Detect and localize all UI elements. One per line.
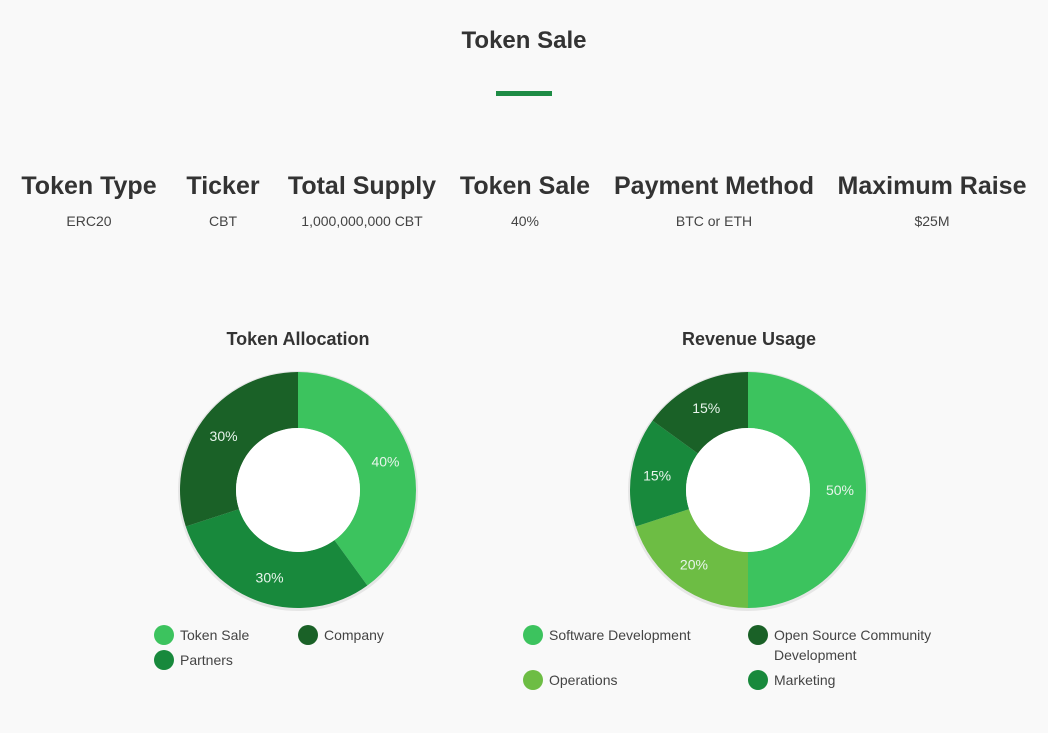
legend-swatch: [298, 625, 318, 645]
slice-label-company: 30%: [210, 428, 238, 444]
legend-label: Company: [324, 627, 384, 643]
legend-item-partners: Partners: [154, 650, 233, 670]
legend-item-software-development: Software Development: [523, 625, 691, 645]
stat-label: Ticker: [186, 172, 260, 200]
slice-label-software-development: 50%: [826, 482, 854, 498]
legend-item-token-sale: Token Sale: [154, 625, 249, 645]
stat-value: ERC20: [66, 213, 112, 229]
legend-swatch: [523, 625, 543, 645]
stat-total-supply: Total Supply 1,000,000,000 CBT: [288, 170, 436, 230]
stat-label: Maximum Raise: [837, 172, 1027, 200]
stat-maximum-raise: Maximum Raise $25M: [838, 170, 1027, 230]
legend-label: Marketing: [774, 672, 836, 688]
stat-payment-method: Payment Method BTC or ETH: [614, 170, 814, 230]
legend-swatch: [523, 670, 543, 690]
stat-value: $25M: [914, 213, 950, 229]
legend-item-open-source-community-development: Open Source Community Development: [748, 625, 948, 665]
donut-hole: [236, 428, 360, 552]
legend-swatch: [748, 625, 768, 645]
legend-label: Open Source Community Development: [774, 627, 932, 663]
legend-swatch: [748, 670, 768, 690]
legend-label: Token Sale: [180, 627, 250, 643]
legend-swatch: [154, 625, 174, 645]
stat-token-type: Token Type ERC20: [21, 170, 156, 230]
legend-label: Software Development: [549, 627, 691, 643]
donut-hole: [686, 428, 810, 552]
stat-label: Token Type: [21, 172, 157, 200]
title-underline: [496, 91, 552, 96]
stat-token-sale: Token Sale 40%: [460, 170, 590, 230]
legend-item-marketing: Marketing: [748, 670, 835, 690]
slice-label-open-source-community-development: 15%: [692, 400, 720, 416]
legend-label: Partners: [180, 652, 233, 668]
slice-label-marketing: 15%: [643, 468, 671, 484]
slice-label-partners: 30%: [256, 569, 284, 585]
page-title: Token Sale: [461, 27, 587, 54]
stat-label: Token Sale: [459, 172, 591, 200]
legend-swatch: [154, 650, 174, 670]
chart-title-token-allocation: Token Allocation: [226, 329, 370, 349]
stat-value: BTC or ETH: [675, 213, 753, 229]
legend-label: Operations: [549, 672, 618, 688]
page: Token Sale Token Type ERC20 Ticker CBT T…: [0, 0, 1048, 733]
token-allocation-donut: 40% 30% 30%: [178, 371, 418, 611]
slice-label-token-sale: 40%: [371, 454, 399, 470]
revenue-usage-donut: 50% 20% 15% 15%: [628, 371, 868, 611]
stat-label: Payment Method: [613, 172, 815, 200]
stat-label: Total Supply: [287, 172, 437, 200]
slice-label-operations: 20%: [680, 556, 708, 572]
legend-item-operations: Operations: [523, 670, 617, 690]
stat-ticker: Ticker CBT: [186, 170, 259, 230]
stat-value: 1,000,000,000 CBT: [301, 213, 423, 229]
stat-value: CBT: [209, 213, 237, 229]
stat-value: 40%: [510, 213, 540, 229]
legend-item-company: Company: [298, 625, 384, 645]
chart-title-revenue-usage: Revenue Usage: [681, 329, 817, 349]
